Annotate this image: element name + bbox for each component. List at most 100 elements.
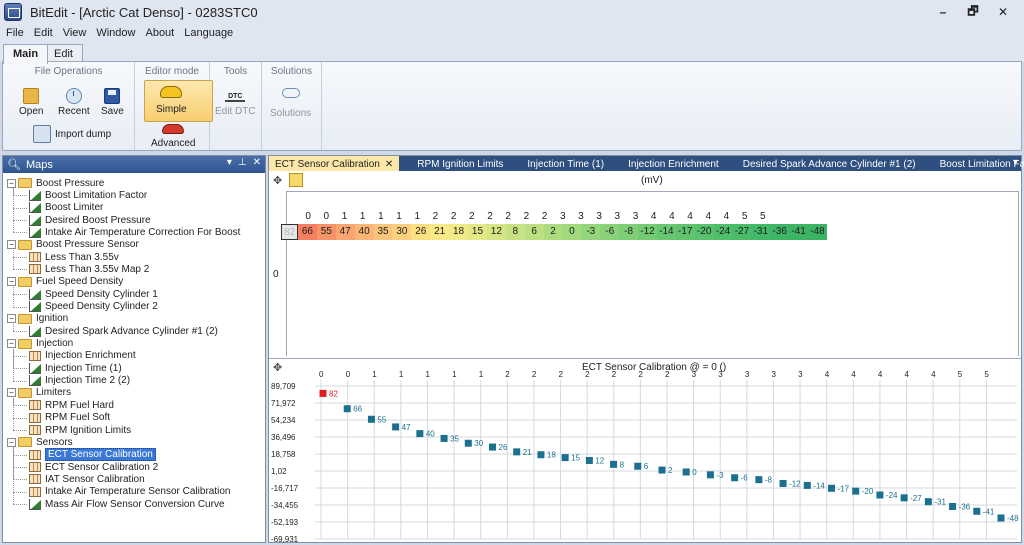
pin-button[interactable]: ⊥ bbox=[238, 157, 247, 168]
collapse-icon[interactable]: − bbox=[7, 240, 16, 250]
table-cell[interactable]: -27 bbox=[732, 224, 752, 240]
menu-file[interactable]: File bbox=[0, 27, 29, 39]
table-cell[interactable]: 26 bbox=[411, 224, 431, 240]
ribbon-tab-main[interactable]: Main bbox=[3, 44, 49, 64]
menu-edit[interactable]: Edit bbox=[29, 27, 58, 39]
table-cell[interactable]: -3 bbox=[581, 224, 601, 240]
save-button[interactable]: Save bbox=[101, 88, 124, 117]
tree-folder[interactable]: − Sensors bbox=[7, 436, 73, 448]
restore-button[interactable]: 🗗 bbox=[958, 2, 988, 22]
panel-close-button[interactable]: ✕ bbox=[253, 157, 261, 168]
collapse-icon[interactable]: − bbox=[7, 388, 16, 398]
table-cell[interactable]: 40 bbox=[354, 224, 374, 240]
table-map-icon bbox=[29, 462, 41, 473]
table-cell[interactable]: 55 bbox=[316, 224, 336, 240]
table-cell[interactable]: -31 bbox=[751, 224, 771, 240]
table-cell[interactable]: 0 bbox=[562, 224, 582, 240]
document-tab[interactable]: Injection Enrichment bbox=[622, 156, 725, 171]
tree-item[interactable]: Desired Spark Advance Cylinder #1 (2) bbox=[29, 325, 218, 337]
table-cell[interactable]: 2 bbox=[543, 224, 563, 240]
solutions-button[interactable]: Solutions bbox=[270, 88, 311, 119]
simple-mode-content[interactable]: Simple bbox=[156, 86, 187, 115]
menu-window[interactable]: Window bbox=[91, 27, 140, 39]
tree-item[interactable]: Less Than 3.55v Map 2 bbox=[29, 263, 149, 275]
tree-item[interactable]: Injection Enrichment bbox=[29, 350, 136, 362]
data-point bbox=[537, 451, 545, 459]
table-cell[interactable]: -48 bbox=[808, 224, 827, 240]
tree-item[interactable]: Boost Limitation Factor bbox=[29, 189, 147, 201]
tree-item[interactable]: Injection Time 2 (2) bbox=[29, 375, 130, 387]
import-dump-button[interactable]: Import dump bbox=[33, 125, 111, 143]
document-tab[interactable]: Boost Limitation Factor bbox=[934, 156, 1024, 171]
table-cell[interactable]: 18 bbox=[449, 224, 469, 240]
tree-connector bbox=[13, 491, 27, 493]
table-cell[interactable]: -12 bbox=[638, 224, 657, 240]
tree-item[interactable]: Less Than 3.55v bbox=[29, 251, 119, 263]
tree-item[interactable]: ECT Sensor Calibration 2 bbox=[29, 461, 158, 473]
table-cell[interactable]: 82 bbox=[281, 224, 298, 240]
table-cell[interactable]: 8 bbox=[505, 224, 525, 240]
x-tick-label: 2 bbox=[559, 370, 564, 379]
menu-about[interactable]: About bbox=[140, 27, 179, 39]
ribbon-group-file-operations: File Operations Open Recent Save Import … bbox=[3, 62, 135, 150]
tree-folder[interactable]: − Boost Pressure Sensor bbox=[7, 239, 139, 251]
tree-folder[interactable]: − Fuel Speed Density bbox=[7, 276, 123, 288]
table-cell[interactable]: 47 bbox=[335, 224, 355, 240]
tree-item[interactable]: Speed Density Cylinder 1 bbox=[29, 288, 158, 300]
table-cell[interactable]: 66 bbox=[298, 224, 317, 240]
tree-item[interactable]: Speed Density Cylinder 2 bbox=[29, 301, 158, 313]
tree-item[interactable]: Mass Air Flow Sensor Conversion Curve bbox=[29, 498, 225, 510]
collapse-icon[interactable]: − bbox=[7, 277, 16, 287]
table-cell[interactable]: -8 bbox=[619, 224, 639, 240]
panel-menu-button[interactable]: ▾ bbox=[227, 157, 232, 168]
tree-item[interactable]: Desired Boost Pressure bbox=[29, 214, 151, 226]
document-tab[interactable]: Desired Spark Advance Cylinder #1 (2) bbox=[737, 156, 922, 171]
table-cell[interactable]: -6 bbox=[600, 224, 620, 240]
collapse-icon[interactable]: − bbox=[7, 437, 16, 447]
tree-item[interactable]: Injection Time (1) bbox=[29, 362, 122, 374]
tree-folder[interactable]: − Ignition bbox=[7, 313, 68, 325]
minimize-button[interactable]: – bbox=[928, 2, 958, 22]
advanced-mode-button[interactable]: Advanced bbox=[151, 124, 195, 149]
move-icon[interactable]: ✥ bbox=[273, 174, 282, 187]
table-cell[interactable]: 15 bbox=[468, 224, 487, 240]
table-cell[interactable]: -36 bbox=[770, 224, 790, 240]
edit-dtc-button[interactable]: DTC Edit DTC bbox=[215, 84, 256, 117]
table-cell[interactable]: 6 bbox=[524, 224, 544, 240]
tree-item[interactable]: Intake Air Temperature Correction For Bo… bbox=[29, 226, 240, 238]
menu-view[interactable]: View bbox=[58, 27, 92, 39]
table-cell[interactable]: -14 bbox=[656, 224, 676, 240]
table-cell[interactable]: 21 bbox=[430, 224, 450, 240]
tree-item[interactable]: RPM Fuel Hard bbox=[29, 399, 114, 411]
tree-item[interactable]: IAT Sensor Calibration bbox=[29, 473, 145, 485]
close-tab-icon[interactable]: ✕ bbox=[385, 159, 393, 170]
tree-folder[interactable]: − Injection bbox=[7, 338, 73, 350]
open-button[interactable]: Open bbox=[19, 88, 43, 117]
table-cell[interactable]: 35 bbox=[373, 224, 393, 240]
document-tab[interactable]: RPM Ignition Limits bbox=[411, 156, 509, 171]
table-cell[interactable]: -24 bbox=[713, 224, 733, 240]
table-cell[interactable]: -20 bbox=[694, 224, 714, 240]
close-button[interactable]: ✕ bbox=[988, 2, 1018, 22]
table-options-icon[interactable] bbox=[289, 173, 303, 187]
tree-item[interactable]: RPM Ignition Limits bbox=[29, 424, 131, 436]
table-cell[interactable]: -41 bbox=[789, 224, 809, 240]
tab-list-icon[interactable]: ▾ bbox=[1013, 157, 1018, 168]
column-header: 2 bbox=[487, 211, 493, 222]
document-tab[interactable]: Injection Time (1) bbox=[521, 156, 610, 171]
tree-item[interactable]: Intake Air Temperature Sensor Calibratio… bbox=[29, 486, 230, 498]
document-tab[interactable]: ECT Sensor Calibration ✕ bbox=[269, 156, 400, 171]
table-cell[interactable]: 30 bbox=[392, 224, 412, 240]
recent-button[interactable]: Recent bbox=[58, 88, 90, 117]
collapse-icon[interactable]: − bbox=[7, 339, 16, 349]
tree-folder[interactable]: − Boost Pressure bbox=[7, 177, 104, 189]
tree-item[interactable]: RPM Fuel Soft bbox=[29, 412, 110, 424]
menu-language[interactable]: Language bbox=[179, 27, 238, 39]
table-cell[interactable]: -17 bbox=[675, 224, 695, 240]
collapse-icon[interactable]: − bbox=[7, 314, 16, 324]
tree-item[interactable]: Boost Limiter bbox=[29, 202, 103, 214]
table-cell[interactable]: 12 bbox=[486, 224, 506, 240]
tree-folder[interactable]: − Limiters bbox=[7, 387, 71, 399]
tree-item[interactable]: ECT Sensor Calibration bbox=[29, 448, 156, 462]
collapse-icon[interactable]: − bbox=[7, 178, 16, 188]
